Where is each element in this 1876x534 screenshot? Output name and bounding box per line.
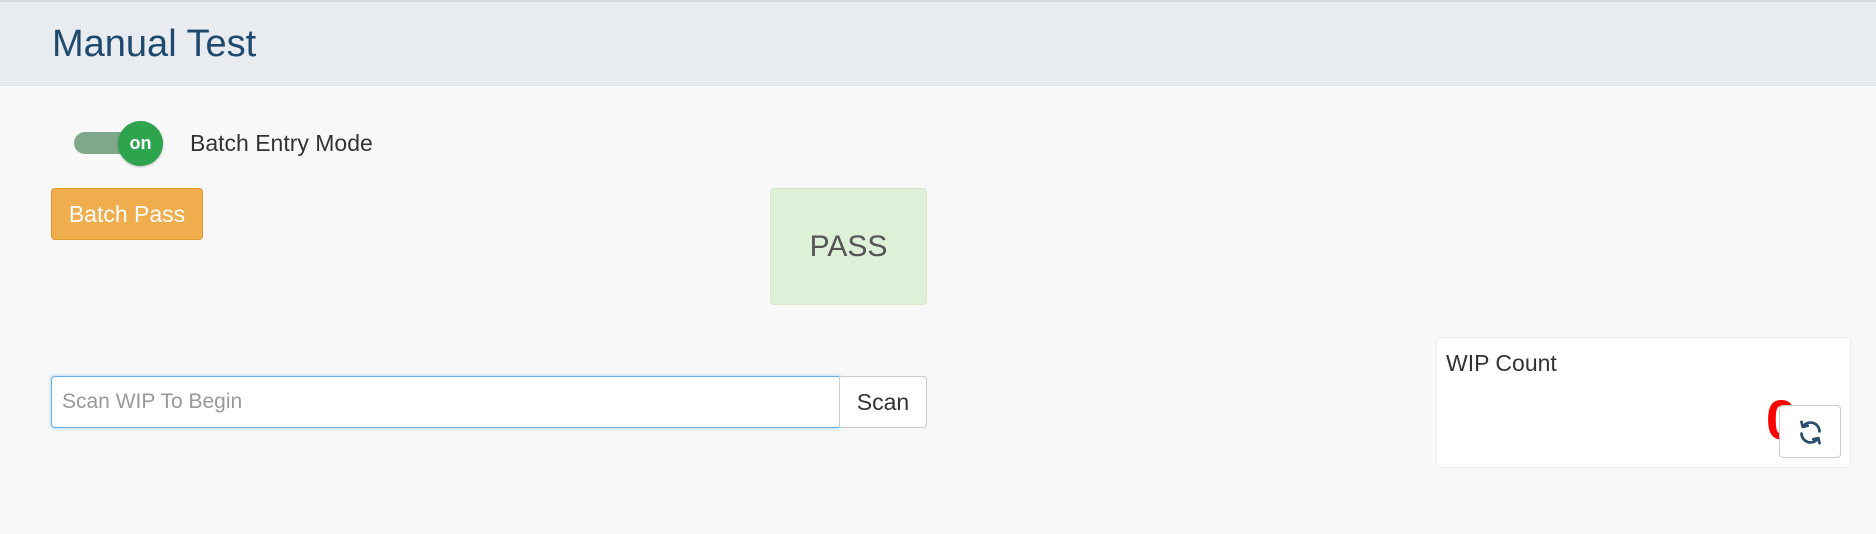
scan-button[interactable]: Scan [839,376,927,428]
batch-entry-mode-toggle[interactable]: on [74,121,164,166]
pass-status-indicator: PASS [770,188,927,305]
refresh-icon [1800,420,1821,445]
refresh-button[interactable] [1779,405,1841,458]
toggle-knob: on [118,121,163,166]
batch-entry-mode-label: Batch Entry Mode [190,130,373,156]
wip-count-title: WIP Count [1446,350,1557,376]
scan-wip-input[interactable] [51,376,840,428]
wip-count-panel: WIP Count 0 [1436,337,1851,468]
page-header: Manual Test [0,0,1876,86]
scan-input-group: Scan [51,376,927,428]
batch-pass-button[interactable]: Batch Pass [51,188,203,240]
page-title: Manual Test [52,23,257,65]
